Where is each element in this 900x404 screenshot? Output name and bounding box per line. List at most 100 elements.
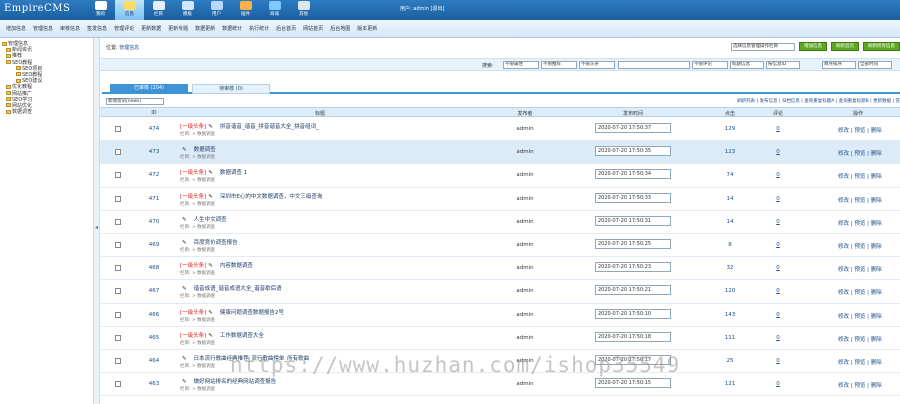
row-checkbox[interactable]	[115, 195, 121, 202]
row-time-input[interactable]: 2020-07-20 17:50:10	[595, 308, 671, 319]
row-checkbox[interactable]	[115, 265, 121, 272]
row-ops-links[interactable]: 修改 | 预览 | 删除	[838, 288, 882, 296]
topnav-item-5[interactable]: 插件	[231, 0, 260, 20]
add-info-button[interactable]: 增加信息	[799, 42, 827, 51]
row-comments-link[interactable]: 0	[772, 381, 784, 387]
row-checkbox[interactable]	[115, 126, 121, 132]
row-title-link[interactable]: 数据调查	[194, 147, 216, 153]
row-comments-link[interactable]: 0	[772, 196, 784, 202]
row-ops-links[interactable]: 修改 | 预览 | 删除	[838, 242, 882, 250]
subnav-item[interactable]: 版本更新	[357, 25, 377, 32]
recommend-select[interactable]: 不限推荐	[541, 61, 577, 69]
row-ops-links[interactable]: 修改 | 预览 | 删除	[838, 265, 882, 273]
row-checkbox[interactable]	[115, 357, 121, 364]
row-title-link[interactable]: 百度竞价调查报告	[194, 240, 238, 246]
column-select[interactable]: 新闻资讯(news)	[106, 98, 164, 105]
subnav-item[interactable]: 管理信息	[33, 25, 53, 32]
subnav-item[interactable]: 审核信息	[60, 25, 80, 32]
row-title-link[interactable]: 深圳市E心的中文数据调查，中文三级查询	[220, 194, 322, 200]
subnav-item[interactable]: 增加信息	[6, 25, 26, 32]
row-id[interactable]: 471	[144, 196, 164, 202]
row-id[interactable]: 467	[144, 288, 164, 294]
row-title-link[interactable]: 内容数据调查	[220, 263, 253, 269]
row-comments-link[interactable]: 0	[772, 312, 784, 318]
row-checkbox[interactable]	[115, 311, 121, 318]
sort-field-select[interactable]: 按信息ID	[766, 61, 800, 69]
row-checkbox[interactable]	[115, 334, 121, 341]
search-input[interactable]	[618, 61, 690, 69]
row-title-link[interactable]: 健康问题调查数据报告2号	[220, 310, 284, 316]
row-ops-links[interactable]: 修改 | 预览 | 删除	[838, 381, 882, 389]
subnav-item[interactable]: 数据统计	[222, 25, 242, 32]
row-comments-link[interactable]: 0	[772, 126, 784, 132]
row-time-input[interactable]: 2020-07-20 17:50:21	[595, 285, 671, 296]
row-id[interactable]: 473	[144, 149, 164, 155]
header-id[interactable]: ID	[144, 110, 164, 116]
row-id[interactable]: 474	[144, 126, 164, 132]
action-select[interactable]: 选择信息管理操作栏目	[731, 42, 795, 51]
row-id[interactable]: 466	[144, 312, 164, 318]
topnav-item-2[interactable]: 栏目	[144, 0, 173, 20]
topnav-item-3[interactable]: 模板	[173, 0, 202, 20]
attr-select[interactable]: 不限属性	[503, 61, 539, 69]
row-title-link[interactable]: 拼音谐音_谐音_拼音谐音大全_拼音组词_	[220, 124, 319, 130]
row-time-input[interactable]: 2020-07-20 17:50:35	[595, 146, 671, 157]
row-ops-links[interactable]: 修改 | 预览 | 删除	[838, 149, 882, 157]
headline-select[interactable]: 不限头条	[579, 61, 615, 69]
comment-select[interactable]: 不限评论	[692, 61, 728, 69]
topnav-item-7[interactable]: 其他	[289, 0, 318, 20]
row-comments-link[interactable]: 0	[772, 219, 784, 225]
row-comments-link[interactable]: 0	[772, 242, 784, 248]
row-title-link[interactable]: 谐音成语_谐音成语大全_谐音歇后语	[194, 286, 282, 292]
row-time-input[interactable]: 2020-07-20 17:50:37	[595, 123, 671, 133]
topnav-item-4[interactable]: 用户	[202, 0, 231, 20]
refresh-all-button[interactable]: 刷新所有信息	[863, 42, 900, 51]
row-ops-links[interactable]: 修改 | 预览 | 删除	[838, 358, 882, 366]
row-ops-links[interactable]: 修改 | 预览 | 删除	[838, 196, 882, 204]
row-id[interactable]: 469	[144, 242, 164, 248]
row-checkbox[interactable]	[115, 172, 121, 179]
row-id[interactable]: 470	[144, 219, 164, 225]
row-ops-links[interactable]: 修改 | 预览 | 删除	[838, 312, 882, 320]
breadcrumb-link[interactable]: 管理信息	[119, 45, 139, 51]
row-title-link[interactable]: 做好网站排名的经典网站调查报告	[194, 379, 277, 385]
row-checkbox[interactable]	[115, 218, 121, 225]
row-id[interactable]: 463	[144, 381, 164, 387]
row-title-link[interactable]: 数据调查 1	[220, 170, 247, 176]
subnav-item[interactable]: 后台地图	[330, 25, 350, 32]
tab-approved[interactable]: 已审核 (204)	[110, 84, 188, 94]
row-title-link[interactable]: 工作数据调查大全	[220, 333, 264, 339]
row-comments-link[interactable]: 0	[772, 172, 784, 178]
row-ops-links[interactable]: 修改 | 预览 | 删除	[838, 335, 882, 343]
row-time-input[interactable]: 2020-07-20 17:50:33	[595, 192, 671, 203]
row-comments-link[interactable]: 0	[772, 149, 784, 155]
tab-pending[interactable]: 待审核 (0)	[192, 84, 270, 94]
subnav-item[interactable]: 管理评论	[114, 25, 134, 32]
sidebar-tree-item[interactable]: 数据调查	[2, 109, 93, 115]
row-checkbox[interactable]	[115, 149, 121, 156]
header-time[interactable]: 发布时间	[608, 110, 658, 117]
collapse-arrow-icon[interactable]: ◂	[95, 224, 98, 231]
subnav-item[interactable]: 数据更新	[195, 25, 215, 32]
row-id[interactable]: 468	[144, 265, 164, 271]
refresh-home-button[interactable]: 刷新首页	[831, 42, 859, 51]
row-ops-links[interactable]: 修改 | 预览 | 删除	[838, 219, 882, 227]
list-links[interactable]: 刷新列表 | 发布信息 | 归档信息 | 查询重复标题A | 查询重复标题B |…	[737, 98, 900, 104]
row-time-input[interactable]: 2020-07-20 17:50:15	[595, 378, 671, 389]
row-checkbox[interactable]	[115, 288, 121, 295]
subnav-item[interactable]: 执行统计	[249, 25, 269, 32]
row-checkbox[interactable]	[115, 381, 121, 388]
row-id[interactable]: 465	[144, 335, 164, 341]
field-select[interactable]: 标题信息	[730, 61, 764, 69]
row-title-link[interactable]: 人生中文调查	[194, 217, 227, 223]
row-id[interactable]: 464	[144, 358, 164, 364]
topnav-item-6[interactable]: 商城	[260, 0, 289, 20]
time-select[interactable]: 全部时间	[858, 61, 892, 69]
subnav-item[interactable]: 签发信息	[87, 25, 107, 32]
header-clicks[interactable]: 点击	[720, 110, 740, 117]
row-comments-link[interactable]: 0	[772, 288, 784, 294]
sort-order-select[interactable]: 降序排序	[822, 61, 856, 69]
row-id[interactable]: 472	[144, 172, 164, 178]
row-ops-links[interactable]: 修改 | 预览 | 删除	[838, 172, 882, 180]
subnav-item[interactable]: 后台首页	[276, 25, 296, 32]
